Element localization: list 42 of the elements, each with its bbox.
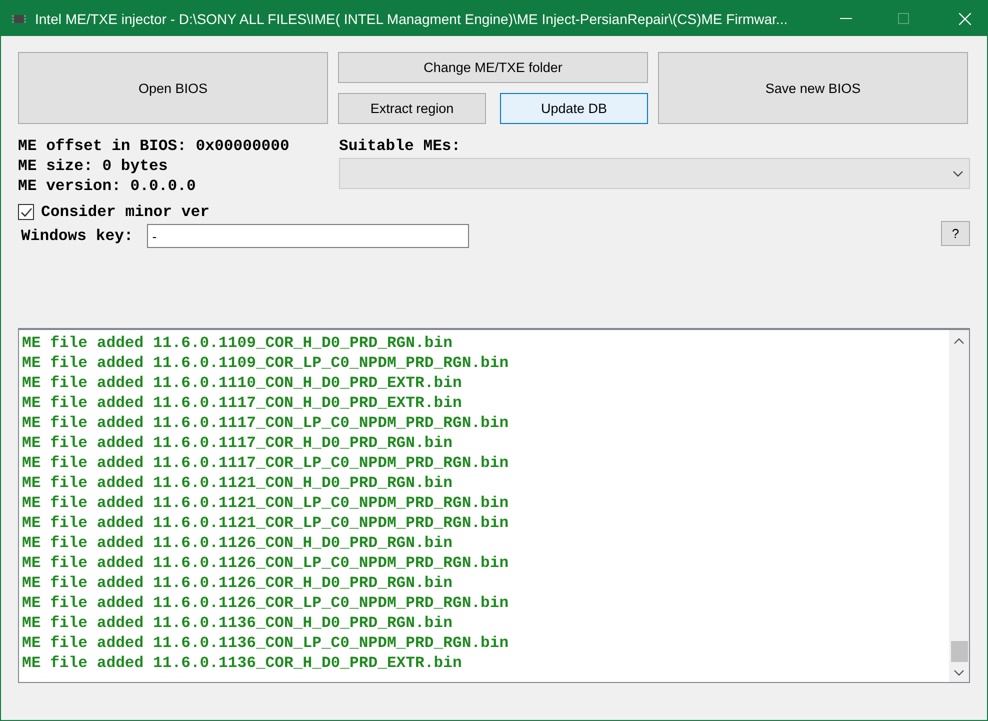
maximize-icon <box>898 13 909 24</box>
scroll-thumb[interactable] <box>950 641 968 662</box>
save-bios-button[interactable]: Save new BIOS <box>658 52 968 124</box>
log-line: ME file added 11.6.0.1136_CON_LP_C0_NPDM_PRD_RGN.bin <box>22 633 510 653</box>
close-icon[interactable] <box>959 12 971 24</box>
check-icon <box>20 208 32 216</box>
log-line: ME file added 11.6.0.1121_CON_LP_C0_NPDM_PRD_RGN.bin <box>22 493 510 513</box>
change-folder-button[interactable]: Change ME/TXE folder <box>338 52 648 83</box>
log-line: ME file added 11.6.0.1126_CON_LP_C0_NPDM_PRD_RGN.bin <box>22 553 510 573</box>
log-line: ME file added 11.6.0.1121_COR_LP_C0_NPDM_PRD_RGN.bin <box>22 513 510 533</box>
minimize-icon[interactable] <box>840 18 852 20</box>
log-line: ME file added 11.6.0.1126_COR_LP_C0_NPDM_PRD_RGN.bin <box>22 593 510 613</box>
log-line: ME file added 11.6.0.1117_COR_LP_C0_NPDM_PRD_RGN.bin <box>22 453 510 473</box>
info-text: ME size: 0 bytes <box>18 156 169 176</box>
windows-key-field[interactable]: - <box>147 224 470 248</box>
extract-region-button[interactable]: Extract region <box>338 93 486 124</box>
log-line: ME file added 11.6.0.1126_COR_H_D0_PRD_RGN.bin <box>22 573 454 593</box>
log-line: ME file added 11.6.0.1136_CON_H_D0_PRD_RGN.bin <box>22 613 454 633</box>
checkbox-label: Consider minor ver <box>41 202 210 222</box>
log-line: ME file added 11.6.0.1109_COR_H_D0_PRD_RGN.bin <box>22 333 454 353</box>
log-line: ME file added 11.6.0.1109_COR_LP_C0_NPDM_PRD_RGN.bin <box>22 353 510 373</box>
log-line: ME file added 11.6.0.1117_CON_H_D0_PRD_EXTR.bin <box>22 393 463 413</box>
scroll-up-icon[interactable] <box>954 338 964 344</box>
help-button[interactable]: ? <box>941 220 970 246</box>
info-text: ME offset in BIOS: 0x00000000 <box>18 136 290 156</box>
log-line: ME file added 11.6.0.1117_COR_H_D0_PRD_RGN.bin <box>22 433 454 453</box>
chevron-icon <box>953 170 963 176</box>
checkbox[interactable] <box>18 204 34 220</box>
window-title: Intel ME/TXE injector - D:\SONY ALL FILES\IME( INTEL Managment Engine)\ME Inject-PersianRepair\(CS)ME Firmwar... <box>35 10 789 26</box>
log-line: ME file added 11.6.0.1121_CON_H_D0_PRD_RGN.bin <box>22 473 454 493</box>
info-text: ME version: 0.0.0.0 <box>18 176 197 196</box>
log-line: ME file added 11.6.0.1110_CON_H_D0_PRD_EXTR.bin <box>22 373 463 393</box>
update-db-button[interactable]: Update DB <box>500 93 648 124</box>
scrollbar[interactable] <box>949 330 969 682</box>
chip-icon <box>11 12 27 24</box>
windows-key-label: Windows key: <box>21 226 134 246</box>
log-line: ME file added 11.6.0.1117_CON_LP_C0_NPDM_PRD_RGN.bin <box>22 413 510 433</box>
suitable-label: Suitable MEs: <box>339 136 462 156</box>
log-line: ME file added 11.6.0.1136_COR_H_D0_PRD_EXTR.bin <box>22 653 463 673</box>
log-line: ME file added 11.6.0.1126_CON_H_D0_PRD_RGN.bin <box>22 533 454 553</box>
open-bios-button[interactable]: Open BIOS <box>18 52 328 124</box>
scroll-down-icon[interactable] <box>954 670 964 676</box>
